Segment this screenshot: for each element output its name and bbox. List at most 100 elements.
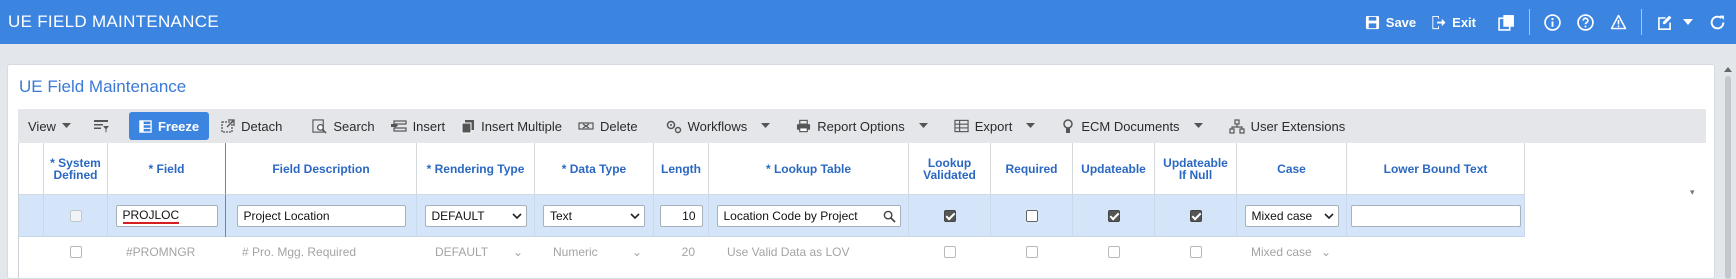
table-row[interactable]: PROJLOC Project Location DEFAULT Text 10: [19, 195, 1525, 237]
column-header-lookup-validated[interactable]: Lookup Validated: [909, 143, 991, 195]
updateable-if-null-cell[interactable]: [1155, 195, 1237, 237]
column-header-system-defined[interactable]: * System Defined: [44, 143, 108, 195]
ecm-documents-label: ECM Documents: [1081, 118, 1180, 134]
lookup-validated-checkbox[interactable]: [944, 246, 956, 258]
grid-scroll-indicator[interactable]: ▾: [1690, 187, 1695, 198]
workflows-button[interactable]: Workflows: [658, 109, 756, 143]
export-button[interactable]: Export: [946, 109, 1021, 143]
column-header-field[interactable]: * Field: [108, 143, 226, 195]
lower-bound-text-input[interactable]: [1350, 205, 1521, 227]
column-header-rendering-type[interactable]: * Rendering Type: [417, 143, 535, 195]
filter-settings-button[interactable]: [83, 109, 125, 143]
updateable-checkbox[interactable]: [1108, 246, 1120, 258]
lookup-table-input[interactable]: Location Code by Project: [716, 205, 901, 227]
insert-icon: [390, 120, 407, 132]
chevron-down-icon[interactable]: [1683, 18, 1693, 26]
column-header-lookup-table[interactable]: * Lookup Table: [709, 143, 909, 195]
lookup-validated-cell[interactable]: [909, 195, 991, 237]
length-input[interactable]: 10: [659, 205, 703, 227]
column-header-required[interactable]: Required: [991, 143, 1073, 195]
lower-bound-text-cell[interactable]: [1347, 195, 1525, 237]
field-description-cell[interactable]: # Pro. Mgg. Required: [226, 237, 417, 267]
workflows-dropdown[interactable]: [755, 109, 782, 143]
updateable-if-null-cell[interactable]: [1155, 237, 1237, 267]
exit-button[interactable]: Exit: [1430, 15, 1476, 30]
required-checkbox[interactable]: [1025, 210, 1038, 222]
ecm-documents-button[interactable]: ECM Documents: [1053, 109, 1187, 143]
delete-button[interactable]: Delete: [570, 109, 646, 143]
lookup-table-cell[interactable]: Location Code by Project: [709, 195, 909, 237]
insert-multiple-button[interactable]: Insert Multiple: [453, 109, 570, 143]
column-header-data-type[interactable]: * Data Type: [535, 143, 654, 195]
field-input[interactable]: PROJLOC: [115, 205, 218, 227]
refresh-icon[interactable]: [1709, 14, 1726, 31]
printer-icon: [797, 119, 811, 133]
field-description-input[interactable]: Project Location: [236, 205, 406, 227]
row-indicator[interactable]: [19, 195, 44, 237]
case-cell[interactable]: Mixed case: [1237, 195, 1347, 237]
freeze-label: Freeze: [157, 118, 200, 134]
chevron-down-icon: [761, 123, 771, 128]
field-cell[interactable]: #PROMNGR: [108, 237, 226, 267]
exit-label: Exit: [1452, 14, 1476, 30]
case-cell[interactable]: Mixed case ⌄: [1237, 237, 1347, 267]
updateable-cell[interactable]: [1073, 195, 1155, 237]
chevron-down-icon: [918, 123, 928, 128]
updateable-cell[interactable]: [1073, 237, 1155, 267]
scroll-up-icon[interactable]: [1724, 66, 1732, 72]
data-type-select[interactable]: Text: [543, 205, 645, 227]
lookup-validated-cell[interactable]: [909, 237, 991, 267]
lookup-table-cell[interactable]: Use Valid Data as LOV: [709, 237, 909, 267]
ecm-documents-dropdown[interactable]: [1188, 109, 1215, 143]
insert-button[interactable]: Insert: [383, 109, 454, 143]
export-dropdown[interactable]: [1020, 109, 1047, 143]
column-header-field-description[interactable]: Field Description: [226, 143, 417, 195]
search-button[interactable]: Search: [304, 109, 382, 143]
field-cell[interactable]: PROJLOC: [108, 195, 226, 237]
save-button[interactable]: Save: [1365, 15, 1416, 30]
updateable-if-null-checkbox[interactable]: [1190, 246, 1202, 258]
view-menu-button[interactable]: View: [18, 109, 83, 143]
length-cell[interactable]: 10: [654, 195, 709, 237]
required-cell[interactable]: [991, 195, 1073, 237]
page-scrollbar[interactable]: [1724, 66, 1732, 279]
data-type-cell[interactable]: Text: [535, 195, 654, 237]
main-panel: UE Field Maintenance View Freeze Detach …: [7, 64, 1715, 279]
scrollbar-thumb[interactable]: [1725, 76, 1731, 279]
report-options-button[interactable]: Report Options: [788, 109, 912, 143]
updateable-checkbox[interactable]: [1107, 210, 1120, 222]
search-icon[interactable]: [883, 210, 896, 223]
required-cell[interactable]: [991, 237, 1073, 267]
report-options-dropdown[interactable]: [913, 109, 940, 143]
copy-window-icon[interactable]: [1498, 14, 1515, 31]
rendering-type-cell[interactable]: DEFAULT: [417, 195, 535, 237]
data-type-cell[interactable]: Numeric ⌄: [535, 237, 654, 267]
help-icon[interactable]: [1577, 13, 1594, 31]
title-bar: UE FIELD MAINTENANCE Save Exit: [0, 0, 1736, 44]
rendering-type-cell[interactable]: DEFAULT ⌄: [417, 237, 535, 267]
column-header-updateable-if-null[interactable]: Updateable If Null: [1155, 143, 1237, 195]
chevron-down-icon: [630, 212, 640, 219]
length-cell[interactable]: 20: [654, 237, 709, 267]
info-icon[interactable]: [1544, 13, 1561, 31]
lower-bound-text-cell[interactable]: [1347, 237, 1525, 267]
required-checkbox[interactable]: [1026, 246, 1038, 258]
lookup-validated-checkbox[interactable]: [943, 210, 956, 222]
detach-button[interactable]: Detach: [213, 109, 290, 143]
field-description-cell[interactable]: Project Location: [226, 195, 417, 237]
updateable-if-null-checkbox[interactable]: [1189, 210, 1202, 222]
warning-icon[interactable]: [1610, 14, 1627, 30]
rendering-type-select[interactable]: DEFAULT: [424, 205, 527, 227]
column-header-updateable[interactable]: Updateable: [1073, 143, 1155, 195]
freeze-button[interactable]: Freeze: [128, 112, 210, 140]
column-header-lower-bound-text[interactable]: Lower Bound Text: [1347, 143, 1525, 195]
workflows-label: Workflows: [687, 118, 748, 134]
insert-label: Insert: [412, 118, 446, 134]
grid-toolbar: View Freeze Detach Search Insert Insert …: [18, 109, 1706, 143]
user-extensions-button[interactable]: User Extensions: [1221, 109, 1354, 143]
user-extensions-label: User Extensions: [1250, 118, 1346, 134]
edit-icon[interactable]: [1656, 14, 1673, 31]
column-header-length[interactable]: Length: [654, 143, 709, 195]
column-header-case[interactable]: Case: [1237, 143, 1347, 195]
case-select[interactable]: Mixed case: [1244, 205, 1339, 227]
